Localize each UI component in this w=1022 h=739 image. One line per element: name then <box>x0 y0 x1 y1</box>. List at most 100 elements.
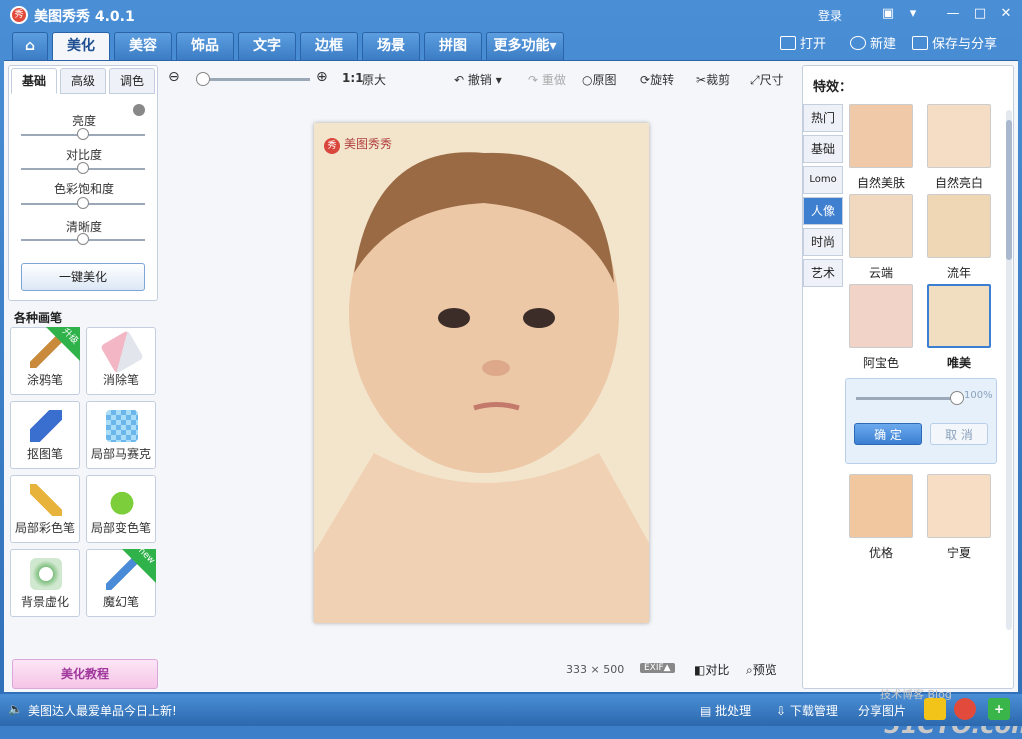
tab-accessories[interactable]: 饰品 <box>176 32 234 60</box>
category-portrait[interactable]: 人像 <box>803 197 843 225</box>
tab-more[interactable]: 更多功能▾ <box>486 32 564 60</box>
sharpness-knob[interactable] <box>77 233 89 245</box>
brush-local-color[interactable]: 局部彩色笔 <box>10 475 80 543</box>
login-link[interactable]: 登录 <box>818 7 842 24</box>
category-basic[interactable]: 基础 <box>803 135 843 163</box>
download-button[interactable]: ⇩ 下载管理 <box>776 702 838 719</box>
tab-home[interactable]: ⌂ <box>12 32 48 60</box>
subtab-basic[interactable]: 基础 <box>11 68 57 94</box>
new-button[interactable]: 新建 <box>850 34 896 56</box>
save-share-button[interactable]: 保存与分享 <box>912 34 997 56</box>
effect-thumb[interactable] <box>927 104 991 168</box>
crop-button[interactable]: ✂裁剪 <box>696 71 730 88</box>
effect-strength-knob[interactable] <box>950 391 964 405</box>
maximize-icon[interactable]: □ <box>970 5 990 23</box>
effect-strength-slider[interactable] <box>856 391 964 405</box>
category-lomo[interactable]: Lomo <box>803 166 843 194</box>
file-actions: 打开 新建 保存与分享 <box>780 34 1010 58</box>
saturation-knob[interactable] <box>77 197 89 209</box>
feedback-icon[interactable]: ▣ <box>878 5 898 23</box>
category-fashion[interactable]: 时尚 <box>803 228 843 256</box>
category-art[interactable]: 艺术 <box>803 259 843 287</box>
zoom-slider[interactable] <box>196 72 310 86</box>
effect-thumb[interactable] <box>849 284 913 348</box>
brush-cutout[interactable]: 抠图笔 <box>10 401 80 469</box>
zoom-in-icon[interactable]: ⊕ <box>316 69 328 85</box>
canvas-toolbar: ⊖ ⊕ 1:1 原大 ↶ 撤销 ▾ ↷ 重做 ○原图 ⟳旋转 ✂裁剪 ⤢尺寸 <box>166 65 798 93</box>
new-label: 新建 <box>870 37 897 52</box>
title-bar: 秀 美图秀秀 4.0.1 登录 ▣ ▾ — □ ✕ <box>0 0 1022 30</box>
tab-collage[interactable]: 拼图 <box>424 32 482 60</box>
saturation-slider[interactable] <box>21 197 145 209</box>
effects-scrollbar[interactable] <box>1006 110 1012 630</box>
sharpness-slider[interactable] <box>21 233 145 245</box>
effect-thumb[interactable] <box>849 194 913 258</box>
redo-button[interactable]: ↷ 重做 <box>528 71 566 88</box>
minimize-icon[interactable]: — <box>943 5 963 23</box>
actual-size-button[interactable]: 1:1 <box>342 71 364 85</box>
subtab-advanced[interactable]: 高级 <box>60 68 106 94</box>
confirm-button[interactable]: 确 定 <box>854 423 922 445</box>
tab-makeup[interactable]: 美容 <box>114 32 172 60</box>
scroll-thumb[interactable] <box>1006 120 1012 260</box>
add-icon[interactable]: + <box>988 698 1010 720</box>
brush-mosaic[interactable]: 局部马赛克 <box>86 401 156 469</box>
zoom-knob[interactable] <box>196 72 210 86</box>
brush-label: 消除笔 <box>102 373 139 387</box>
batch-label: 批处理 <box>715 704 752 718</box>
menu-icon[interactable]: ▾ <box>903 5 923 23</box>
folder-icon <box>780 36 796 50</box>
undo-button[interactable]: ↶ 撤销 ▾ <box>454 71 502 88</box>
contrast-slider[interactable] <box>21 162 145 174</box>
close-icon[interactable]: ✕ <box>996 5 1016 23</box>
brightness-slider[interactable] <box>21 128 145 140</box>
resize-button[interactable]: ⤢尺寸 <box>750 71 784 88</box>
original-size-button[interactable]: 原大 <box>362 71 386 88</box>
brush-background-blur[interactable]: 背景虚化 <box>10 549 80 617</box>
effect-label: 宁夏 <box>946 546 971 560</box>
weibo-icon[interactable] <box>954 698 976 720</box>
app-title: 美图秀秀 4.0.1 <box>34 9 135 25</box>
brightness-knob[interactable] <box>77 128 89 140</box>
resize-label: 尺寸 <box>759 73 784 87</box>
saturation-label: 色彩饱和度 <box>53 182 114 196</box>
image-size: 333 × 500 <box>566 663 625 676</box>
effect-thumb[interactable] <box>927 194 991 258</box>
blur-icon <box>30 558 62 590</box>
tutorial-button[interactable]: 美化教程 <box>12 659 158 689</box>
workspace: 基础 高级 调色 亮度 对比度 色彩饱和度 清晰度 一键美化 各种画笔 升级 涂… <box>4 60 1022 739</box>
category-popular[interactable]: 热门 <box>803 104 843 132</box>
tab-text[interactable]: 文字 <box>238 32 296 60</box>
status-message[interactable]: 美图达人最爱单品今日上新! <box>28 702 177 719</box>
brush-eraser[interactable]: 消除笔 <box>86 327 156 395</box>
rotate-button[interactable]: ⟳旋转 <box>640 71 674 88</box>
original-button[interactable]: ○原图 <box>582 71 617 88</box>
one-key-beautify-button[interactable]: 一键美化 <box>21 263 145 291</box>
open-button[interactable]: 打开 <box>780 34 826 56</box>
effect-thumb[interactable] <box>849 104 913 168</box>
share-image-button[interactable]: 分享图片 <box>858 702 906 719</box>
brush-graffiti[interactable]: 升级 涂鸦笔 <box>10 327 80 395</box>
effect-thumb[interactable] <box>849 474 913 538</box>
image-canvas[interactable]: 美图秀秀 <box>314 123 649 623</box>
preview-icon: ⌕ <box>746 663 753 677</box>
batch-button[interactable]: ▤ 批处理 <box>700 702 751 719</box>
tab-frame[interactable]: 边框 <box>300 32 358 60</box>
brush-color-change[interactable]: 局部变色笔 <box>86 475 156 543</box>
tab-scene[interactable]: 场景 <box>362 32 420 60</box>
cancel-button[interactable]: 取 消 <box>930 423 988 445</box>
effect-thumb[interactable] <box>927 474 991 538</box>
effect-strength-box: 100% 确 定 取 消 <box>845 378 997 464</box>
rotate-label: 旋转 <box>650 73 675 87</box>
exif-button[interactable]: EXIF▲ <box>640 663 675 673</box>
undo-label: 撤销 <box>467 73 492 87</box>
circle-icon: ○ <box>582 73 593 87</box>
preview-button[interactable]: ⌕预览 <box>746 661 777 678</box>
tab-beautify[interactable]: 美化 <box>52 32 110 60</box>
zoom-out-icon[interactable]: ⊖ <box>168 69 180 85</box>
subtab-color[interactable]: 调色 <box>109 68 155 94</box>
contrast-knob[interactable] <box>77 162 89 174</box>
compare-button[interactable]: ◧对比 <box>694 661 729 678</box>
effect-thumb-selected[interactable] <box>927 284 991 348</box>
brush-magic[interactable]: new 魔幻笔 <box>86 546 157 617</box>
